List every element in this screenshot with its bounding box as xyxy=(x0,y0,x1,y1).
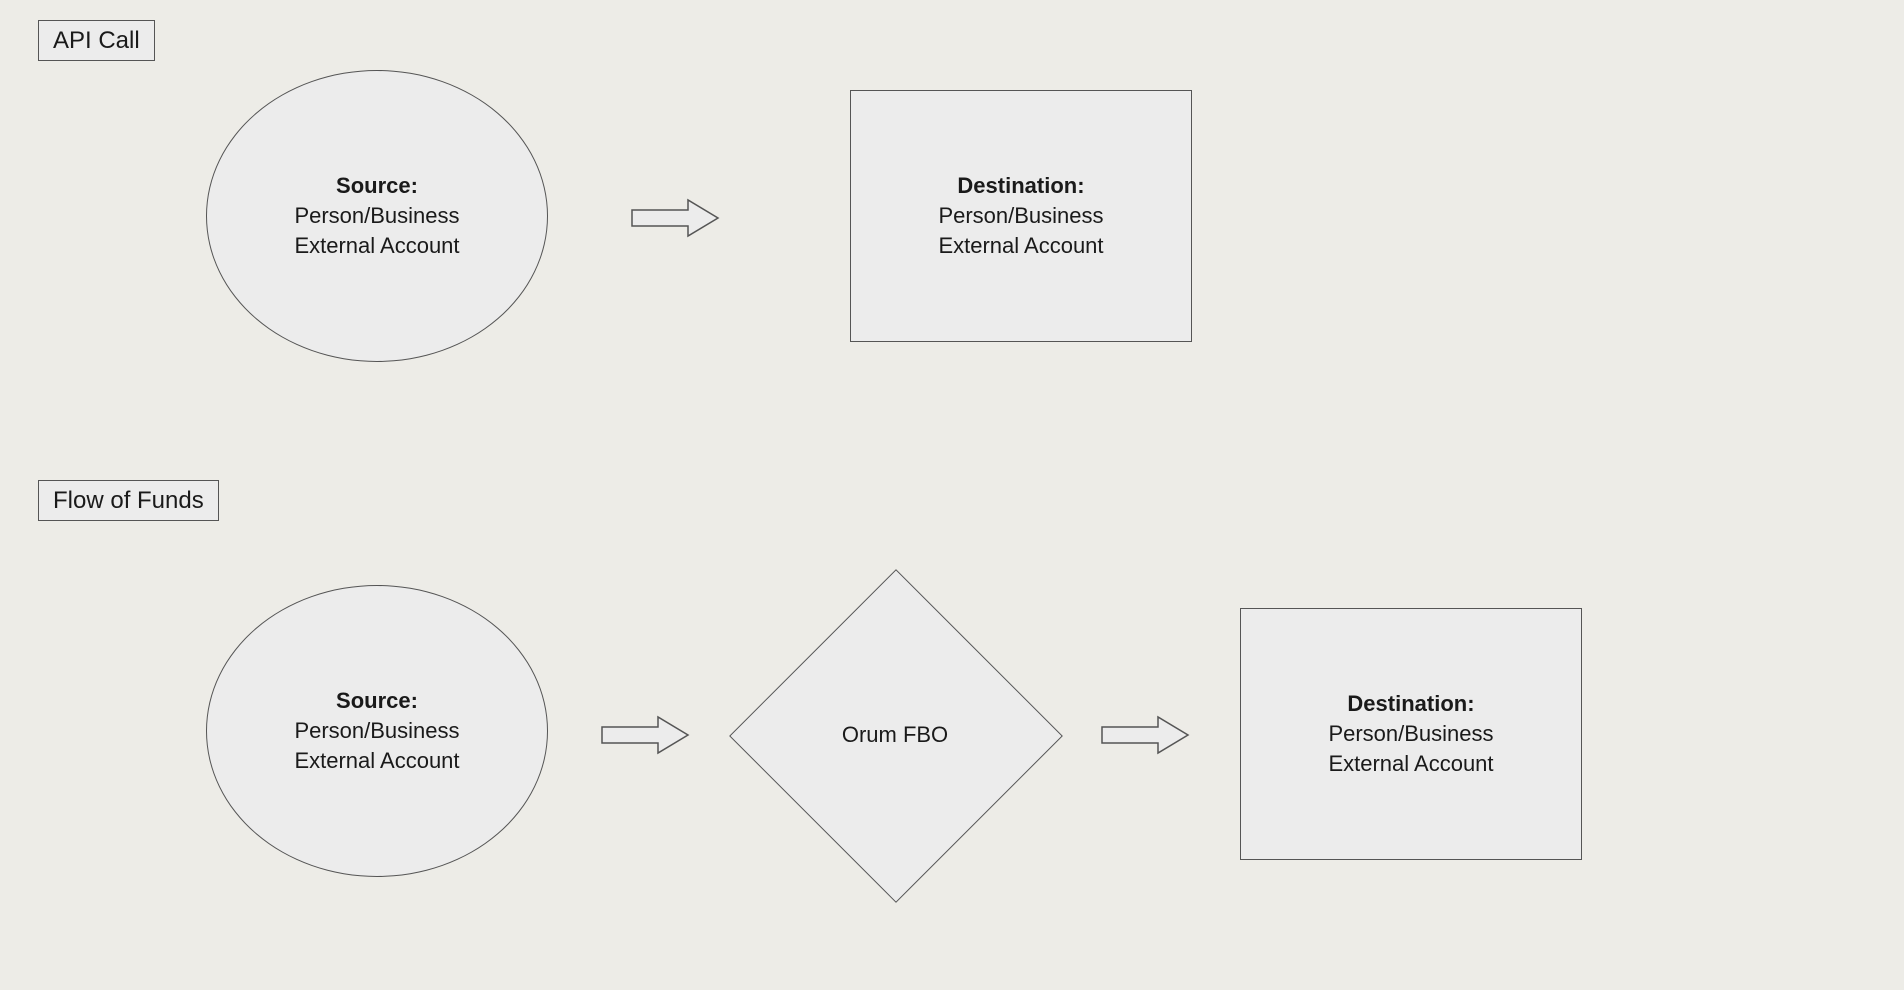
node-line: Person/Business xyxy=(294,718,459,743)
node-flow-source: Source: Person/Business External Account xyxy=(206,585,548,877)
node-api-destination-text: Destination: Person/Business External Ac… xyxy=(938,171,1103,260)
node-title: Source: xyxy=(336,688,418,713)
node-line: External Account xyxy=(938,233,1103,258)
node-api-destination: Destination: Person/Business External Ac… xyxy=(850,90,1192,342)
node-line: External Account xyxy=(294,233,459,258)
node-line: Person/Business xyxy=(1328,721,1493,746)
node-title: Destination: xyxy=(1347,691,1474,716)
node-api-source-text: Source: Person/Business External Account xyxy=(294,171,459,260)
node-line: Orum FBO xyxy=(842,722,948,748)
arrow-icon xyxy=(630,198,720,238)
node-title: Destination: xyxy=(957,173,1084,198)
node-title: Source: xyxy=(336,173,418,198)
node-flow-middle: Orum FBO xyxy=(730,570,1060,900)
node-api-source: Source: Person/Business External Account xyxy=(206,70,548,362)
arrow-icon xyxy=(600,715,690,755)
node-flow-middle-text: Orum FBO xyxy=(730,570,1060,900)
section-label-api-call: API Call xyxy=(38,20,155,61)
node-line: Person/Business xyxy=(938,203,1103,228)
arrow-icon xyxy=(1100,715,1190,755)
node-flow-destination-text: Destination: Person/Business External Ac… xyxy=(1328,689,1493,778)
node-flow-source-text: Source: Person/Business External Account xyxy=(294,686,459,775)
node-line: External Account xyxy=(1328,751,1493,776)
node-line: External Account xyxy=(294,748,459,773)
node-line: Person/Business xyxy=(294,203,459,228)
section-label-flow-of-funds: Flow of Funds xyxy=(38,480,219,521)
node-flow-destination: Destination: Person/Business External Ac… xyxy=(1240,608,1582,860)
